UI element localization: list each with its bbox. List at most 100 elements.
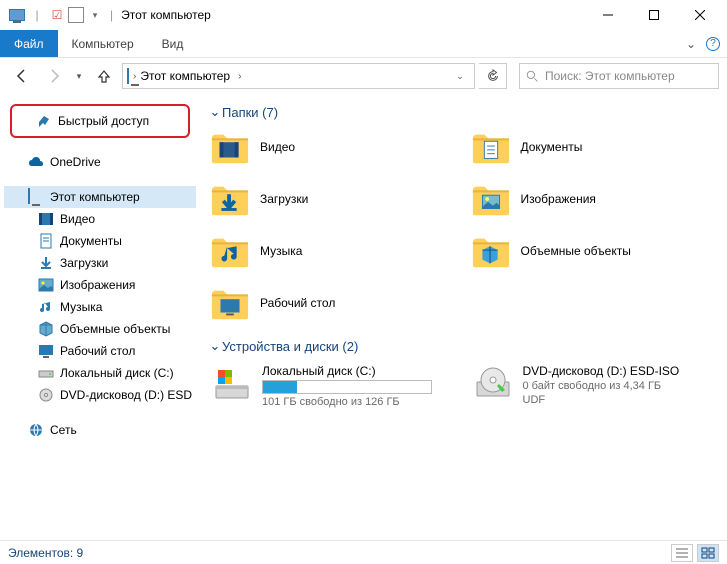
- sidebar-item-3dobjects[interactable]: Объемные объекты: [4, 318, 196, 340]
- folder-video[interactable]: Видео: [208, 126, 459, 168]
- group-devices-header[interactable]: ⌄ Устройства и диски (2): [208, 332, 719, 360]
- details-view-button[interactable]: [671, 544, 693, 562]
- search-icon: [526, 70, 539, 83]
- folder-downloads[interactable]: Загрузки: [208, 178, 459, 220]
- folder-pictures[interactable]: Изображения: [469, 178, 720, 220]
- sidebar-item-label: Изображения: [60, 278, 135, 292]
- music-icon: [38, 299, 54, 315]
- folder-label: Загрузки: [260, 192, 308, 206]
- pc-icon: [28, 189, 44, 205]
- disc-icon: [38, 387, 54, 403]
- sidebar-item-label: Музыка: [60, 300, 102, 314]
- sidebar-item-pictures[interactable]: Изображения: [4, 274, 196, 296]
- sidebar-item-label: Быстрый доступ: [58, 114, 149, 128]
- folder-icon: [210, 284, 250, 322]
- sidebar-network[interactable]: Сеть: [4, 419, 196, 441]
- breadcrumb[interactable]: Этот компьютер: [140, 69, 230, 83]
- qat-dropdown-icon[interactable]: ▾: [86, 6, 104, 24]
- hdd-icon: [38, 365, 54, 381]
- close-button[interactable]: [677, 0, 723, 30]
- disk-subtext: 101 ГБ свободно из 126 ГБ: [262, 396, 432, 408]
- disk-usage-bar: [262, 380, 432, 394]
- sidebar-onedrive[interactable]: OneDrive: [4, 151, 196, 173]
- qat-sep: |: [28, 6, 46, 24]
- chevron-right-icon[interactable]: ›: [238, 71, 241, 82]
- address-bar[interactable]: › Этот компьютер › ⌄: [122, 63, 475, 89]
- sidebar-item-label: Видео: [60, 212, 95, 226]
- film-icon: [38, 211, 54, 227]
- qat-sep2: |: [110, 8, 113, 22]
- maximize-button[interactable]: [631, 0, 677, 30]
- sidebar-item-desktop[interactable]: Рабочий стол: [4, 340, 196, 362]
- tab-view[interactable]: Вид: [148, 30, 198, 57]
- folder-icon: [210, 232, 250, 270]
- folder-music[interactable]: Музыка: [208, 230, 459, 272]
- drive-icon: [473, 364, 513, 404]
- pin-icon: [36, 113, 52, 129]
- sidebar-item-label: Документы: [60, 234, 122, 248]
- sidebar-item-label: Сеть: [50, 423, 77, 437]
- sidebar-item-label: Этот компьютер: [50, 190, 140, 204]
- help-button[interactable]: ?: [705, 36, 721, 52]
- folder-label: Изображения: [521, 192, 596, 206]
- folder-label: Документы: [521, 140, 583, 154]
- search-placeholder: Поиск: Этот компьютер: [545, 69, 675, 83]
- ribbon-expand-icon[interactable]: ⌄: [683, 36, 699, 52]
- cube-icon: [38, 321, 54, 337]
- folder-label: Видео: [260, 140, 295, 154]
- refresh-button[interactable]: [479, 63, 507, 89]
- disk-subtext: 0 байт свободно из 4,34 ГБ: [523, 380, 680, 392]
- history-dropdown-icon[interactable]: ▾: [72, 62, 86, 90]
- group-label: Папки (7): [222, 105, 278, 120]
- sidebar-item-music[interactable]: Музыка: [4, 296, 196, 318]
- address-dropdown-icon[interactable]: ⌄: [450, 71, 470, 82]
- chevron-down-icon: ⌄: [208, 104, 222, 120]
- folder-docs[interactable]: Документы: [469, 126, 720, 168]
- pc-icon: [127, 69, 129, 83]
- content-pane: ⌄ Папки (7) Видео Документы Загрузки Изобра…: [200, 94, 727, 540]
- search-input[interactable]: Поиск: Этот компьютер: [519, 63, 719, 89]
- download-icon: [38, 255, 54, 271]
- folder-3d[interactable]: Объемные объекты: [469, 230, 720, 272]
- nav-pane: Быстрый доступ OneDrive Этот компьютер В…: [0, 94, 200, 540]
- sidebar-item-label: Загрузки: [60, 256, 108, 270]
- cloud-icon: [28, 154, 44, 170]
- minimize-button[interactable]: [585, 0, 631, 30]
- folder-icon: [471, 128, 511, 166]
- tab-computer[interactable]: Компьютер: [58, 30, 148, 57]
- local-disk[interactable]: Локальный диск (C:) 101 ГБ свободно из 12…: [208, 360, 459, 412]
- desktop-icon: [38, 343, 54, 359]
- sidebar-item-documents[interactable]: Документы: [4, 230, 196, 252]
- properties-icon[interactable]: ☑: [48, 6, 66, 24]
- sidebar-this-pc[interactable]: Этот компьютер: [4, 186, 196, 208]
- window-title: Этот компьютер: [121, 8, 211, 22]
- sidebar-item-label: Рабочий стол: [60, 344, 135, 358]
- folder-label: Музыка: [260, 244, 302, 258]
- folder-label: Объемные объекты: [521, 244, 631, 258]
- sidebar-item-label: OneDrive: [50, 155, 101, 169]
- sidebar-item-label: Объемные объекты: [60, 322, 170, 336]
- disk-label: DVD-дисковод (D:) ESD-ISO: [523, 364, 680, 378]
- picture-icon: [38, 277, 54, 293]
- drive-icon: [212, 364, 252, 404]
- tiles-view-button[interactable]: [697, 544, 719, 562]
- chevron-right-icon: ›: [133, 71, 136, 82]
- folder-desktop[interactable]: Рабочий стол: [208, 282, 459, 324]
- disk-label: Локальный диск (C:): [262, 364, 432, 378]
- folder-label: Рабочий стол: [260, 296, 335, 310]
- back-button[interactable]: [8, 62, 36, 90]
- group-folders-header[interactable]: ⌄ Папки (7): [208, 98, 719, 126]
- sidebar-item-label: Локальный диск (C:): [60, 366, 174, 380]
- sidebar-item-local-disk[interactable]: Локальный диск (C:): [4, 362, 196, 384]
- up-button[interactable]: [90, 62, 118, 90]
- forward-button[interactable]: [40, 62, 68, 90]
- folder-icon: [210, 180, 250, 218]
- sidebar-item-downloads[interactable]: Загрузки: [4, 252, 196, 274]
- sidebar-quick-access[interactable]: Быстрый доступ: [12, 110, 188, 132]
- sidebar-item-video[interactable]: Видео: [4, 208, 196, 230]
- sidebar-item-dvd[interactable]: DVD-дисковод (D:) ESD: [4, 384, 196, 406]
- dvd-drive[interactable]: DVD-дисковод (D:) ESD-ISO 0 байт свободно…: [469, 360, 720, 412]
- tab-file[interactable]: Файл: [0, 30, 58, 57]
- status-count: Элементов: 9: [8, 546, 83, 560]
- qat-item-icon[interactable]: [68, 7, 84, 23]
